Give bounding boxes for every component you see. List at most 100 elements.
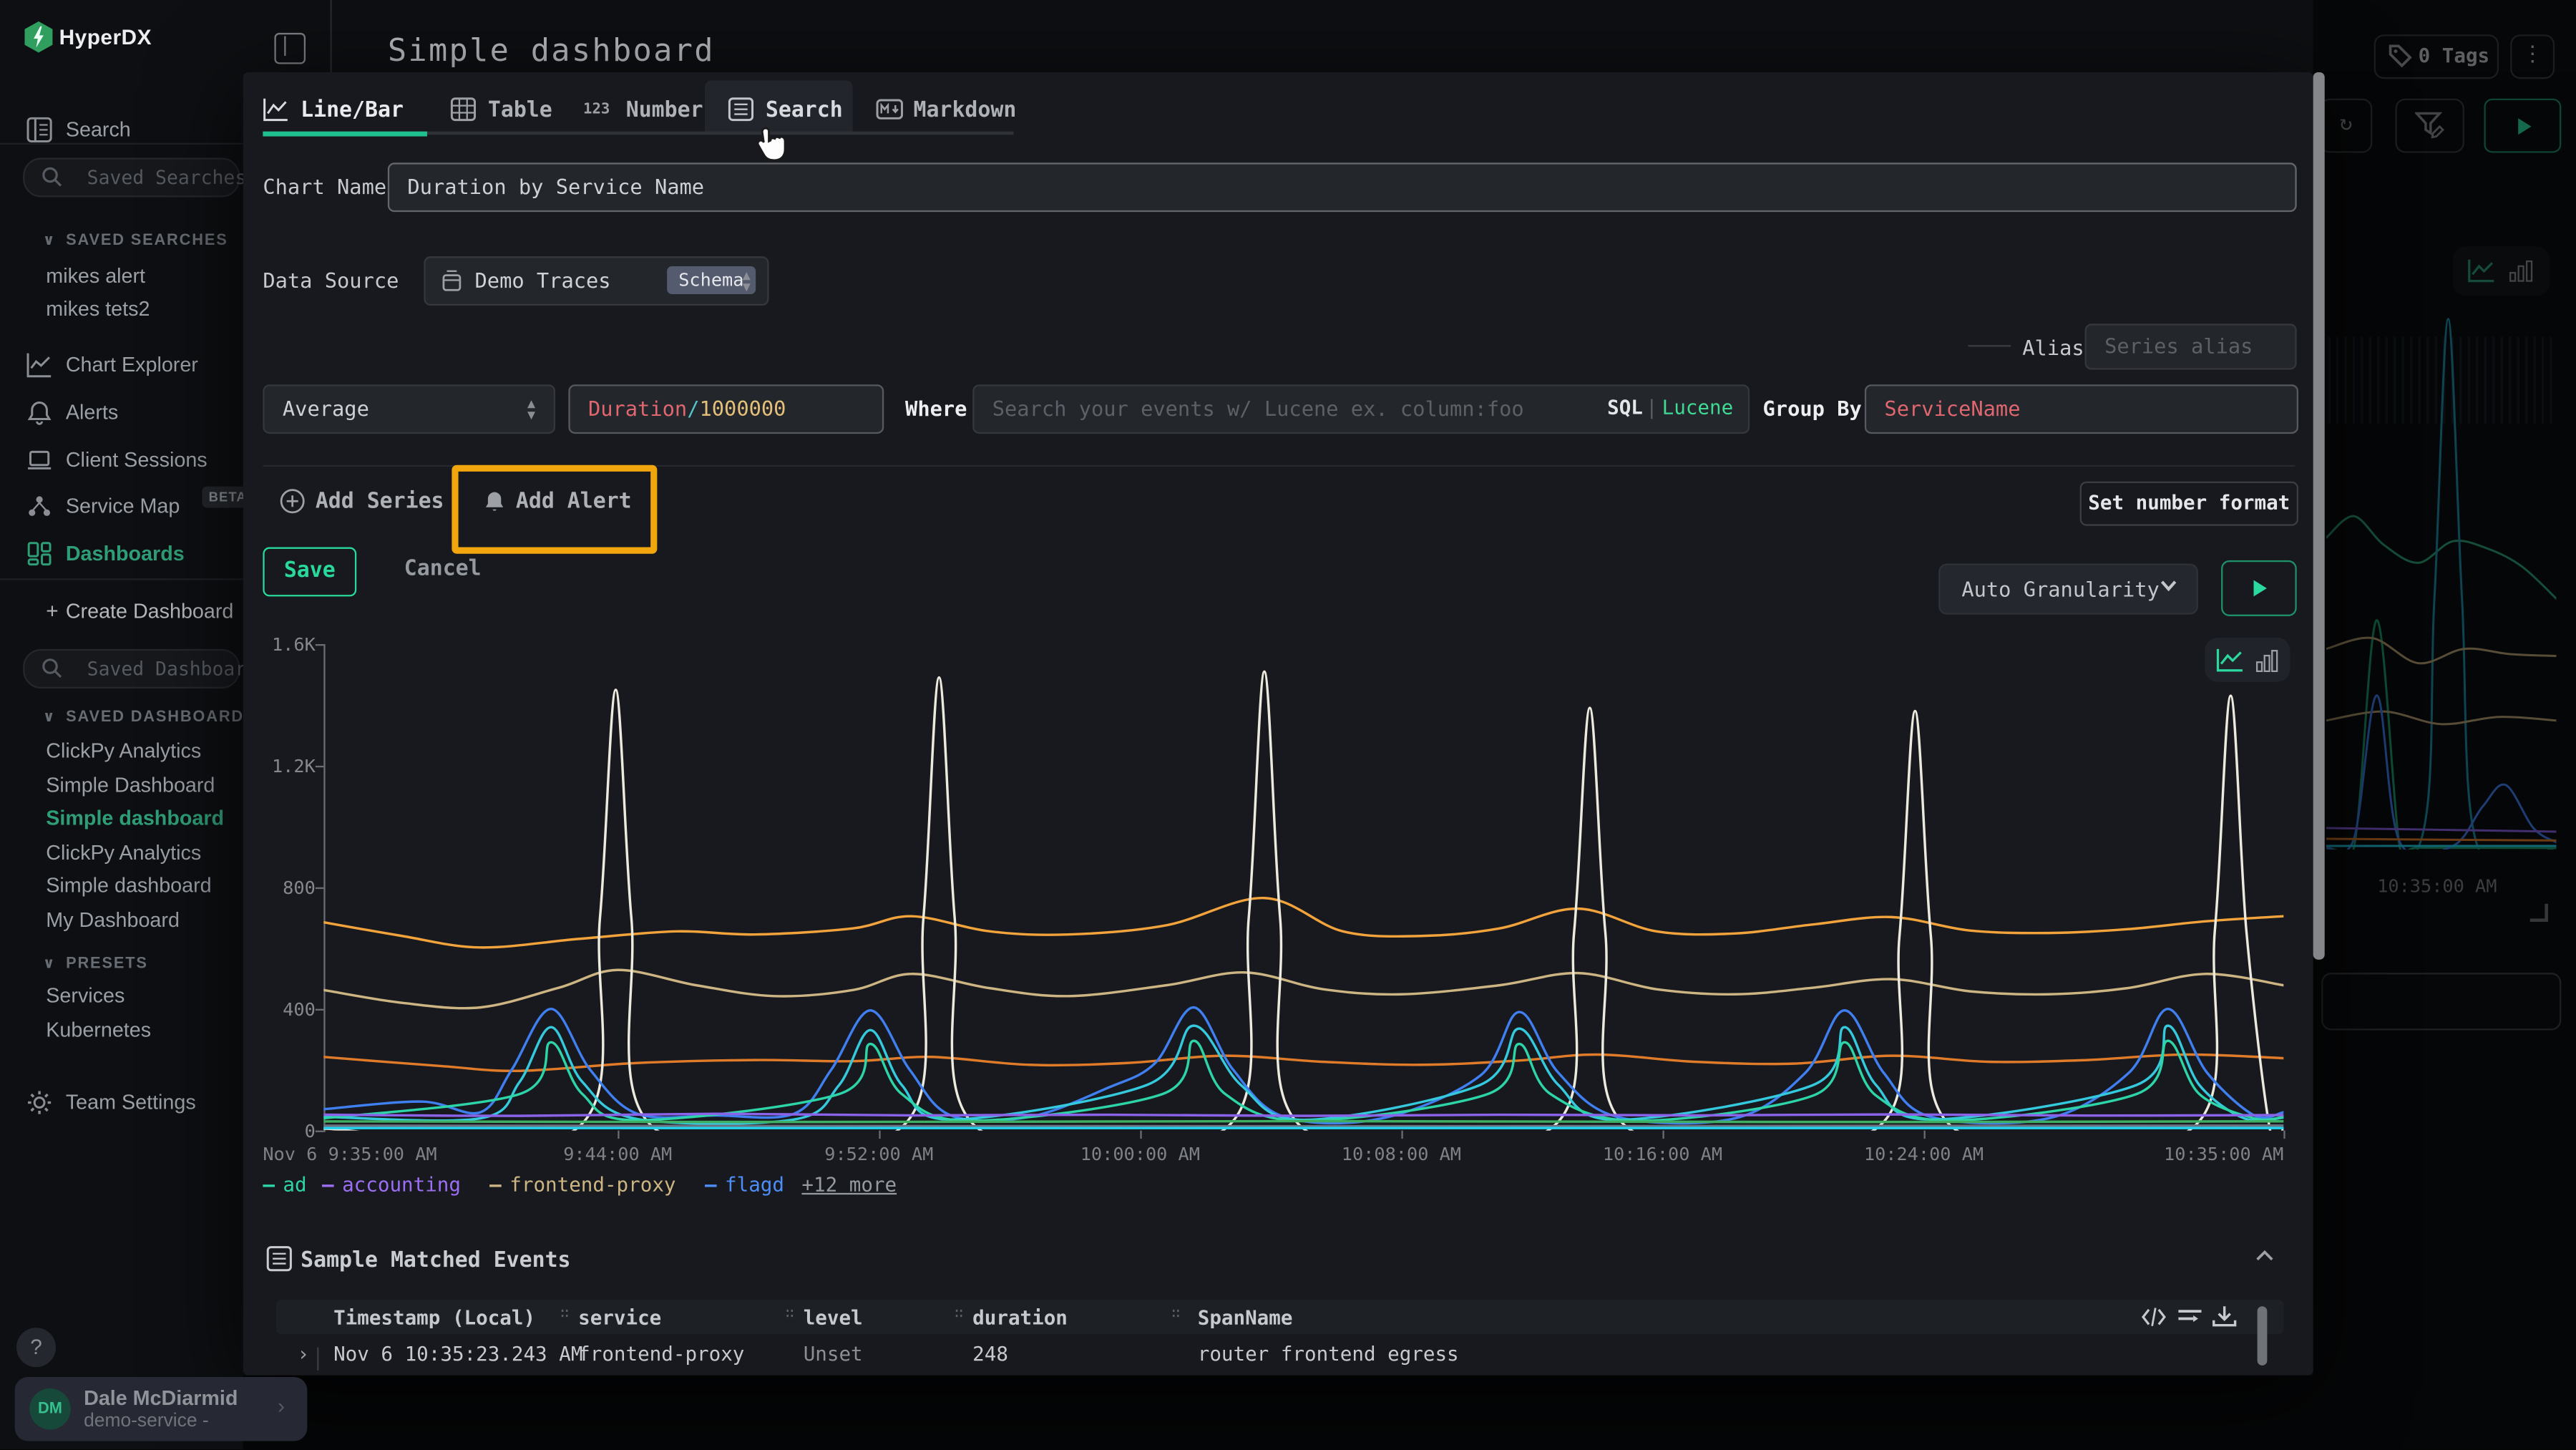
cell-timestamp: Nov 6 10:35:23.243 AM: [333, 1343, 582, 1366]
dashboard-item-active[interactable]: Simple dashboard: [46, 807, 224, 829]
service-map-icon: [26, 493, 53, 520]
y-tick-label: 0: [256, 1121, 316, 1142]
sidebar-label-dashboards: Dashboards: [66, 542, 185, 565]
col-level[interactable]: level: [804, 1306, 863, 1329]
legend-item[interactable]: —ad: [263, 1173, 306, 1196]
page-title: Simple dashboard: [388, 33, 715, 69]
table-tab-icon: [450, 97, 477, 123]
run-chart-button[interactable]: [2221, 560, 2297, 616]
x-tick: [1140, 1131, 1141, 1139]
presets-caption[interactable]: ∨PRESETS: [43, 955, 148, 973]
dashboard-item[interactable]: Simple Dashboard: [46, 774, 215, 797]
field-token: Duration: [588, 396, 687, 420]
where-search-input[interactable]: Search your events w/ Lucene ex. column:…: [972, 384, 1750, 434]
wrap-lines-icon[interactable]: [2177, 1305, 2203, 1331]
sidebar-item-chart-explorer[interactable]: Chart Explorer: [0, 350, 243, 383]
granularity-select[interactable]: Auto Granularity: [1938, 564, 2198, 615]
help-button[interactable]: ?: [16, 1328, 56, 1367]
saved-search-item[interactable]: mikes alert: [46, 265, 145, 288]
col-spanname[interactable]: SpanName: [1198, 1306, 1293, 1329]
chart-name-input[interactable]: Duration by Service Name: [388, 162, 2297, 212]
code-view-icon[interactable]: [2141, 1305, 2167, 1331]
legend-more-link[interactable]: +12 more: [801, 1173, 897, 1196]
series-cyan: [323, 1026, 2283, 1124]
create-dashboard-button[interactable]: + Create Dashboard: [0, 596, 243, 629]
cancel-button[interactable]: Cancel: [404, 557, 482, 581]
legend-item[interactable]: —frontend-proxy: [489, 1173, 675, 1196]
x-tick-label: 10:00:00 AM: [1058, 1144, 1223, 1165]
preset-item[interactable]: Services: [46, 984, 125, 1007]
row-expand-icon[interactable]: ›: [298, 1343, 310, 1366]
sidebar-label-search: Search: [66, 118, 131, 141]
user-card[interactable]: DM Dale McDiarmid demo-service - ›: [15, 1377, 308, 1441]
series-dark-orange: [323, 1054, 2283, 1071]
duration-chart[interactable]: [323, 644, 2283, 1131]
dashboard-item[interactable]: ClickPy Analytics: [46, 842, 201, 865]
legend-item[interactable]: —flagd: [705, 1173, 784, 1196]
chevron-down-icon: [2159, 575, 2179, 595]
add-series-button[interactable]: Add Series: [283, 490, 444, 514]
sample-events-title: Sample Matched Events: [301, 1249, 570, 1273]
dashboard-item[interactable]: Simple dashboard: [46, 874, 211, 897]
group-by-input[interactable]: ServiceName: [1865, 384, 2298, 434]
sidebar-item-team-settings[interactable]: Team Settings: [0, 1088, 243, 1121]
column-drag-handle[interactable]: ∷: [785, 1306, 792, 1323]
lucene-toggle[interactable]: Lucene: [1662, 396, 1734, 419]
table-scrollbar[interactable]: [2258, 1306, 2268, 1366]
preset-item[interactable]: Kubernetes: [46, 1018, 151, 1041]
line-bar-tab-icon: [263, 97, 289, 123]
hyperdx-logo-icon[interactable]: [24, 21, 52, 53]
user-name: Dale McDiarmid: [84, 1387, 238, 1410]
sidebar-collapse-icon[interactable]: [274, 33, 306, 64]
sidebar-label-client-sessions: Client Sessions: [66, 449, 208, 472]
col-timestamp[interactable]: Timestamp (Local): [333, 1306, 535, 1329]
y-tick: [316, 644, 323, 646]
saved-searches-input[interactable]: Saved Searches: [23, 157, 240, 197]
series-orange: [323, 898, 2283, 948]
series-tan: [323, 970, 2283, 1008]
x-tick-label: 9:44:00 AM: [535, 1144, 700, 1165]
cell-duration: 248: [972, 1343, 1008, 1366]
collapse-section-icon[interactable]: [2254, 1245, 2275, 1267]
column-drag-handle[interactable]: ∷: [1171, 1306, 1179, 1323]
saved-searches-caption[interactable]: ∨SAVED SEARCHES: [43, 232, 228, 250]
search-icon: [41, 657, 62, 678]
alias-input[interactable]: Series alias: [2085, 323, 2297, 369]
download-icon[interactable]: [2211, 1305, 2238, 1331]
plus-icon: +: [46, 598, 58, 623]
field-expression-input[interactable]: Duration/1000000: [568, 384, 884, 434]
set-number-format-button[interactable]: Set number format: [2080, 482, 2298, 526]
sidebar-item-alerts[interactable]: Alerts: [0, 398, 243, 431]
data-source-select[interactable]: Demo Traces Schema ▲▼: [424, 256, 769, 306]
avatar: DM: [29, 1388, 70, 1429]
column-drag-handle[interactable]: ∷: [955, 1306, 962, 1323]
legend-item[interactable]: —accounting: [322, 1173, 461, 1196]
column-drag-handle[interactable]: ∷: [560, 1306, 567, 1323]
app-name[interactable]: HyperDX: [59, 24, 152, 49]
sidebar-divider: [0, 578, 243, 580]
alias-divider: [1968, 345, 2011, 346]
laptop-icon: [26, 447, 53, 473]
saved-search-item[interactable]: mikes tets2: [46, 298, 150, 321]
saved-dashboards-caption[interactable]: ∨SAVED DASHBOARDS: [43, 709, 256, 726]
modal-overlay-bottom: [243, 1376, 2313, 1449]
col-service[interactable]: service: [578, 1306, 661, 1329]
page-scrollbar[interactable]: [2313, 72, 2325, 960]
modal-overlay-right: [2313, 0, 2576, 1449]
sidebar-item-client-sessions[interactable]: Client Sessions: [0, 445, 243, 478]
chart-explorer-icon: [26, 351, 53, 378]
sidebar-item-dashboards[interactable]: Dashboards: [0, 539, 243, 572]
save-button[interactable]: Save: [263, 548, 356, 597]
dashboard-item[interactable]: ClickPy Analytics: [46, 739, 201, 762]
field-token: 1000000: [699, 396, 786, 420]
sql-toggle[interactable]: SQL: [1607, 396, 1643, 419]
x-tick-label: 10:24:00 AM: [1842, 1144, 2006, 1165]
series-green-low: [323, 1121, 2283, 1122]
col-duration[interactable]: duration: [972, 1306, 1068, 1329]
dashboard-item[interactable]: My Dashboard: [46, 909, 180, 932]
saved-dashboards-input[interactable]: Saved Dashboards: [23, 649, 240, 688]
toggle-separator: |: [1646, 396, 1658, 419]
gear-icon: [26, 1089, 53, 1116]
sidebar-item-service-map[interactable]: Service Map BETA: [0, 491, 243, 524]
aggregation-select[interactable]: Average ▲▼: [263, 384, 555, 434]
